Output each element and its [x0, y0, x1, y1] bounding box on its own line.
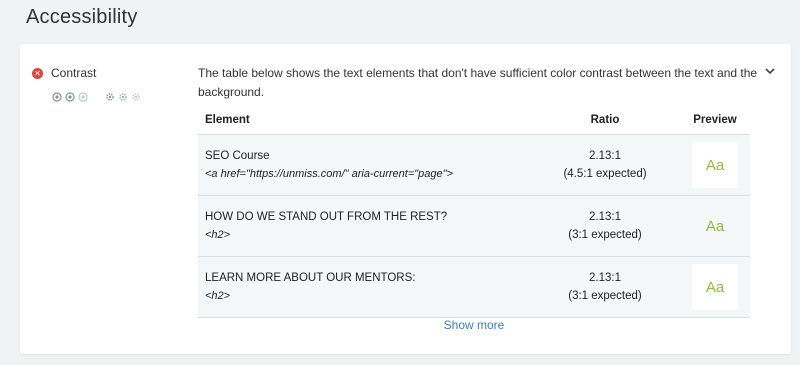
chevron-down-icon[interactable] — [763, 64, 777, 78]
contrast-table: Element Ratio Preview SEO Course <a href… — [198, 106, 750, 318]
fail-icon: ✕ — [32, 67, 43, 79]
table-row: SEO Course <a href="https://unmiss.com/"… — [198, 135, 750, 196]
table-row: HOW DO WE STAND OUT FROM THE REST? <h2> … — [198, 196, 750, 257]
contrast-preview: Aa — [692, 264, 738, 310]
element-code: <a href="https://unmiss.com/" aria-curre… — [205, 168, 453, 180]
element-code: <h2> — [205, 290, 231, 302]
ratio-expected: (4.5:1 expected) — [563, 168, 647, 180]
target-icon — [78, 92, 88, 102]
page-title: Accessibility — [26, 6, 138, 28]
target-icon — [52, 92, 62, 102]
ratio-value: 2.13:1 — [589, 272, 621, 284]
element-text: SEO Course — [205, 150, 270, 162]
device-icons — [52, 92, 144, 102]
contrast-check-card: ✕ Contrast The table below shows the tex… — [20, 44, 791, 354]
gear-icon — [106, 93, 114, 101]
show-more-link[interactable]: Show more — [198, 318, 750, 332]
gear-icon — [132, 93, 140, 101]
table-header: Element Ratio Preview — [198, 106, 750, 135]
ratio-value: 2.13:1 — [589, 211, 621, 223]
check-name: Contrast — [51, 66, 97, 80]
element-text: HOW DO WE STAND OUT FROM THE REST? — [205, 211, 448, 223]
ratio-expected: (3:1 expected) — [568, 229, 642, 241]
header-preview: Preview — [693, 114, 737, 126]
header-ratio: Ratio — [590, 114, 620, 126]
contrast-preview: Aa — [692, 142, 738, 188]
table-row: LEARN MORE ABOUT OUR MENTORS: <h2> 2.13:… — [198, 257, 750, 318]
ratio-expected: (3:1 expected) — [568, 290, 642, 302]
contrast-preview: Aa — [705, 217, 725, 235]
gear-icon — [119, 93, 127, 101]
check-header[interactable]: ✕ Contrast — [32, 66, 96, 80]
header-element: Element — [205, 114, 250, 126]
element-text: LEARN MORE ABOUT OUR MENTORS: — [205, 272, 416, 284]
ratio-value: 2.13:1 — [589, 150, 621, 162]
element-code: <h2> — [205, 229, 231, 241]
target-icon — [65, 92, 75, 102]
check-description: The table below shows the text elements … — [198, 66, 758, 99]
